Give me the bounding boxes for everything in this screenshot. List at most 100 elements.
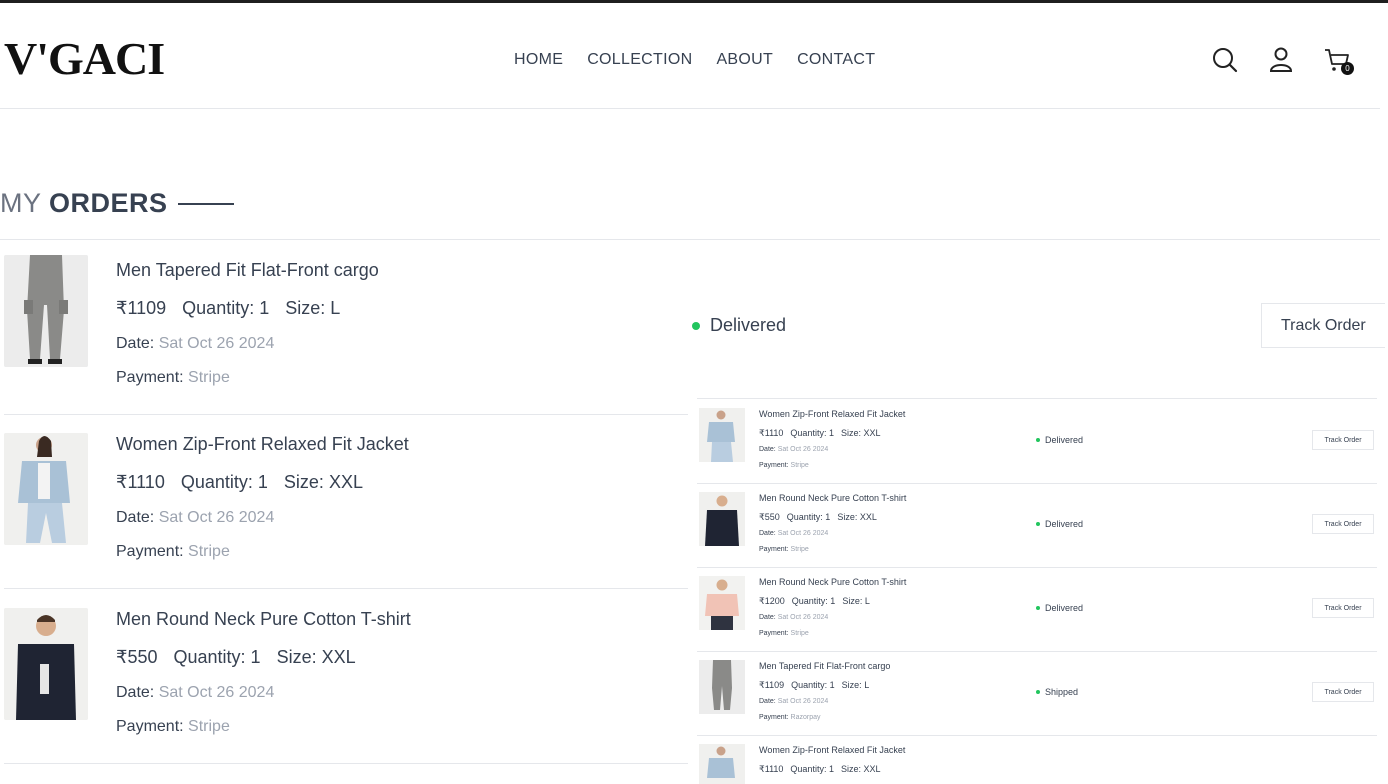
mini-meta: ₹1200 Quantity: 1 Size: L	[759, 596, 870, 607]
nav-collection[interactable]: COLLECTION	[587, 51, 692, 69]
mini-order-item: Men Tapered Fit Flat-Front cargo ₹1109 Qu…	[697, 651, 1377, 736]
order-payment: Stripe	[188, 369, 230, 386]
quantity-label: Quantity:	[173, 647, 246, 667]
mini-order-item: Men Round Neck Pure Cotton T-shirt ₹550 Q…	[697, 483, 1377, 568]
product-image	[699, 660, 745, 714]
nav-about[interactable]: ABOUT	[716, 51, 773, 69]
mini-quantity: 1	[829, 680, 835, 690]
status-dot-icon	[1036, 690, 1040, 694]
mini-product-name: Men Round Neck Pure Cotton T-shirt	[759, 493, 907, 503]
mini-status-text: Delivered	[1045, 435, 1084, 445]
order-date: Sat Oct 26 2024	[158, 684, 275, 701]
order-date: Sat Oct 26 2024	[158, 509, 275, 526]
order-payment: Stripe	[188, 543, 230, 560]
quantity-label: Quantity:	[182, 298, 255, 318]
mini-status-text: Shipped	[1045, 687, 1079, 697]
order-quantity: 1	[259, 298, 270, 318]
status-dot-icon	[1036, 522, 1040, 526]
payment-label: Payment:	[759, 462, 789, 469]
mini-product-name: Women Zip-Front Relaxed Fit Jacket	[759, 745, 906, 755]
order-price: ₹1110	[116, 472, 165, 492]
mini-meta: ₹550 Quantity: 1 Size: XXL	[759, 512, 877, 523]
mini-payment: Razorpay	[790, 714, 821, 721]
size-label: Size:	[842, 596, 863, 606]
track-order-button[interactable]: Track Order	[1312, 682, 1374, 702]
product-image	[699, 744, 745, 784]
quantity-label: Quantity:	[791, 680, 828, 690]
mini-meta: ₹1110 Quantity: 1 Size: XXL	[759, 764, 881, 775]
mini-date: Sat Oct 26 2024	[777, 446, 829, 453]
order-status: Delivered	[692, 315, 786, 336]
cart-count-badge: 0	[1341, 62, 1354, 75]
payment-label: Payment:	[116, 718, 184, 735]
product-image	[4, 433, 88, 545]
product-image	[699, 576, 745, 630]
title-prefix: MY	[0, 188, 42, 218]
mini-size: XXL	[863, 764, 881, 774]
order-product-name: Men Tapered Fit Flat-Front cargo	[116, 260, 379, 280]
size-label: Size:	[837, 512, 858, 522]
payment-label: Payment:	[759, 546, 789, 553]
order-item: Men Tapered Fit Flat-Front cargo ₹1109 Q…	[4, 240, 688, 415]
mini-status: Delivered	[1036, 603, 1083, 613]
track-order-button[interactable]: Track Order	[1312, 430, 1374, 450]
orders-preview-panel: Women Zip-Front Relaxed Fit Jacket ₹1110…	[697, 398, 1377, 784]
size-label: Size:	[840, 428, 861, 438]
mini-size: XXL	[859, 512, 877, 522]
mini-status: Delivered	[1036, 435, 1083, 445]
mini-price: ₹550	[759, 512, 780, 522]
product-image	[4, 255, 88, 367]
quantity-label: Quantity:	[790, 428, 827, 438]
mini-quantity: 1	[830, 596, 836, 606]
title-underline	[177, 202, 234, 205]
date-label: Date:	[116, 684, 155, 701]
cart-icon[interactable]: 0	[1322, 45, 1354, 75]
product-image	[699, 492, 745, 546]
nav-home[interactable]: HOME	[514, 51, 563, 69]
mini-meta: ₹1110 Quantity: 1 Size: XXL	[759, 428, 881, 439]
mini-status: Shipped	[1036, 687, 1078, 697]
order-date: Sat Oct 26 2024	[158, 335, 275, 352]
product-image	[4, 608, 88, 720]
size-label: Size:	[841, 680, 862, 690]
title-main: ORDERS	[49, 188, 168, 218]
mini-order-item: Women Zip-Front Relaxed Fit Jacket ₹1110…	[697, 735, 1377, 784]
order-payment: Stripe	[188, 718, 230, 735]
track-order-button[interactable]: Track Order	[1312, 514, 1374, 534]
mini-price: ₹1110	[759, 764, 784, 774]
order-item: Women Zip-Front Relaxed Fit Jacket ₹1110…	[4, 414, 688, 589]
nav-contact[interactable]: CONTACT	[797, 51, 875, 69]
brand-logo[interactable]: V'GACI	[4, 36, 165, 82]
mini-status: Delivered	[1036, 519, 1083, 529]
track-order-button[interactable]: Track Order	[1312, 598, 1374, 618]
main-nav: HOME COLLECTION ABOUT CONTACT	[514, 51, 875, 69]
size-label: Size:	[276, 647, 317, 667]
size-label: Size:	[283, 472, 324, 492]
header-icons: 0	[1210, 45, 1354, 75]
mini-price: ₹1110	[759, 428, 784, 438]
mini-product-name: Women Zip-Front Relaxed Fit Jacket	[759, 409, 906, 419]
order-quantity: 1	[250, 647, 261, 667]
mini-quantity: 1	[825, 512, 831, 522]
mini-price: ₹1200	[759, 596, 785, 606]
mini-product-name: Men Tapered Fit Flat-Front cargo	[759, 661, 891, 671]
payment-label: Payment:	[759, 714, 789, 721]
site-header: V'GACI HOME COLLECTION ABOUT CONTACT 0	[0, 3, 1380, 109]
quantity-label: Quantity:	[791, 596, 828, 606]
mini-quantity: 1	[828, 764, 834, 774]
date-label: Date:	[116, 335, 155, 352]
order-meta: ₹550 Quantity: 1 Size: XXL	[116, 647, 356, 668]
search-icon[interactable]	[1210, 45, 1240, 75]
track-order-button[interactable]: Track Order	[1261, 303, 1385, 348]
date-label: Date:	[759, 614, 776, 621]
order-price: ₹1109	[116, 298, 167, 318]
quantity-label: Quantity:	[180, 472, 253, 492]
mini-size: L	[864, 596, 870, 606]
mini-date: Sat Oct 26 2024	[777, 614, 829, 621]
size-label: Size:	[285, 298, 326, 318]
mini-order-item: Women Zip-Front Relaxed Fit Jacket ₹1110…	[697, 399, 1377, 484]
user-icon[interactable]	[1266, 45, 1296, 75]
order-size: XXL	[328, 472, 363, 492]
mini-quantity: 1	[828, 428, 834, 438]
mini-status-text: Delivered	[1045, 519, 1084, 529]
